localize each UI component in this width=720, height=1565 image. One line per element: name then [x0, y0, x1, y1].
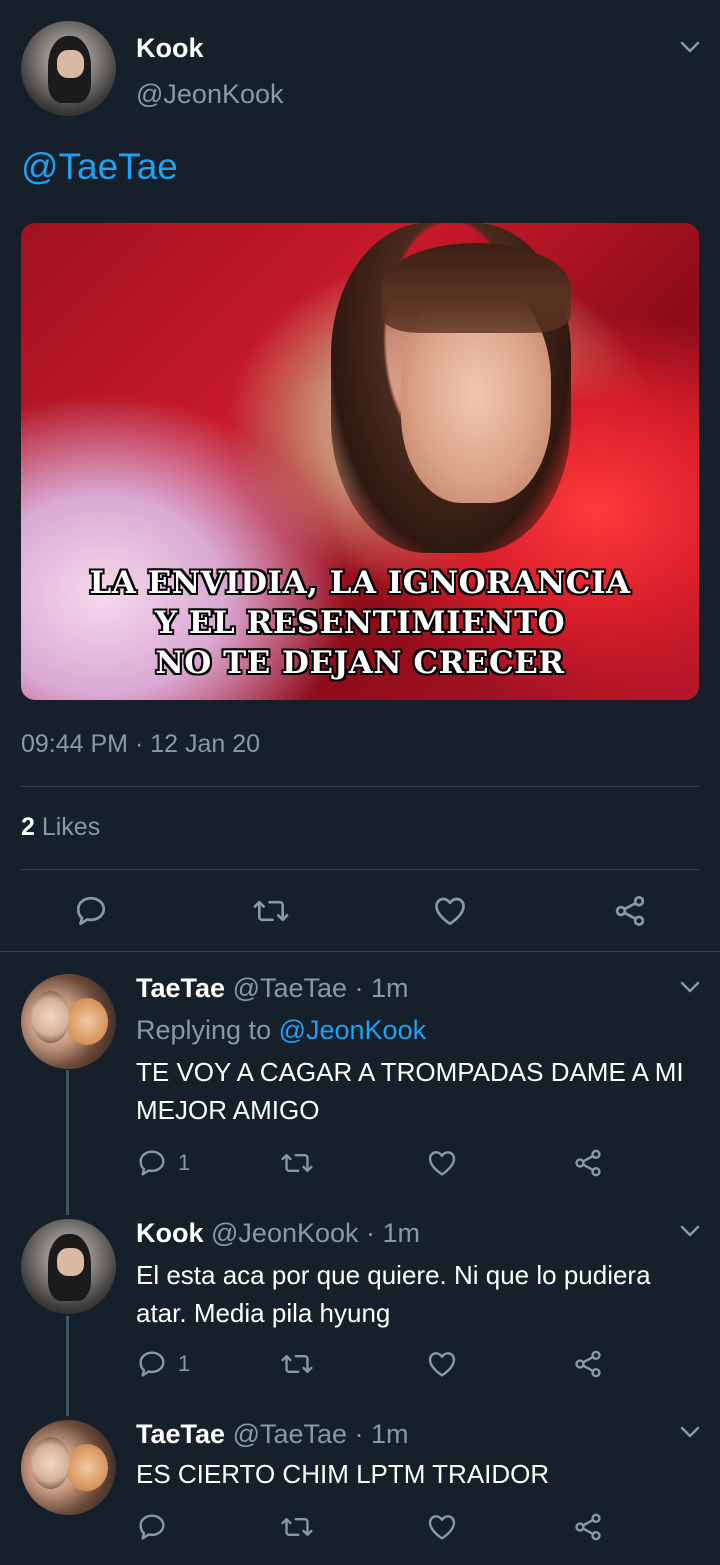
retweet-button[interactable] [280, 1147, 314, 1179]
reply-author[interactable]: TaeTae @TaeTae · 1m [136, 973, 409, 1004]
reply-handle-time: @JeonKook · 1m [211, 1218, 421, 1248]
reply-icon [139, 1351, 165, 1377]
retweet-icon [281, 1354, 313, 1374]
divider [21, 786, 699, 787]
share-icon [575, 1350, 601, 1378]
retweet-button[interactable] [280, 1348, 314, 1380]
reply-icon [76, 896, 106, 926]
likes-count: 2 [21, 813, 35, 841]
avatar[interactable] [21, 1219, 116, 1314]
like-icon [428, 1515, 456, 1540]
image-caption-line-2: Y EL RESENTIMIENTO [154, 605, 566, 641]
reply-handle-time: @TaeTae · 1m [232, 1419, 409, 1449]
image-bangs-shape [381, 243, 571, 333]
share-button[interactable] [612, 893, 648, 929]
like-button[interactable] [432, 893, 468, 929]
chevron-down-icon[interactable] [680, 1224, 700, 1238]
retweet-button[interactable] [252, 893, 290, 929]
avatar[interactable] [21, 1420, 116, 1515]
share-icon [575, 1149, 601, 1177]
avatar[interactable] [21, 974, 116, 1069]
reply-button[interactable]: 1 [136, 1147, 190, 1179]
retweet-icon [281, 1153, 313, 1173]
chevron-down-icon[interactable] [680, 40, 700, 54]
replying-to-link[interactable]: @JeonKook [279, 1015, 427, 1045]
retweet-icon [281, 1517, 313, 1537]
reply-icon [139, 1514, 165, 1540]
image-caption-line-1: LA ENVIDIA, LA IGNORANCIA [89, 565, 631, 601]
like-icon [435, 897, 465, 926]
tweet-thread-page: Kook @JeonKook @TaeTae LA ENVIDIA, LA IG… [0, 0, 720, 1565]
reply-text[interactable]: TE VOY A CAGAR A TROMPADAS DAME A MI MEJ… [136, 1053, 696, 1129]
author-name[interactable]: Kook [136, 33, 204, 64]
tweet-text[interactable]: @TaeTae [21, 146, 178, 188]
share-icon [575, 1513, 601, 1541]
reply-text[interactable]: El esta aca por que quiere. Ni que lo pu… [136, 1256, 696, 1332]
like-button[interactable] [426, 1348, 458, 1380]
reply-button[interactable]: 1 [136, 1348, 190, 1380]
reply-text[interactable]: ES CIERTO CHIM LPTM TRAIDOR [136, 1455, 696, 1493]
share-button[interactable] [572, 1511, 604, 1543]
reply-author-name: TaeTae [136, 973, 226, 1003]
thread-connector [66, 1316, 69, 1416]
like-button[interactable] [426, 1147, 458, 1179]
image-caption-line-3: NO TE DEJAN CRECER [155, 645, 565, 681]
retweet-button[interactable] [280, 1511, 314, 1543]
reply-author-name: TaeTae [136, 1419, 226, 1449]
replying-to: Replying to @JeonKook [136, 1015, 426, 1046]
replying-prefix: Replying to [136, 1015, 279, 1045]
share-button[interactable] [572, 1147, 604, 1179]
chevron-down-icon[interactable] [680, 980, 700, 994]
like-icon [428, 1352, 456, 1377]
reply-button[interactable] [136, 1511, 168, 1543]
like-button[interactable] [426, 1511, 458, 1543]
likes-summary[interactable]: 2 Likes [21, 813, 100, 842]
chevron-down-icon[interactable] [680, 1425, 700, 1439]
share-button[interactable] [572, 1348, 604, 1380]
reply-button[interactable] [73, 893, 109, 929]
tweet-image[interactable]: LA ENVIDIA, LA IGNORANCIA Y EL RESENTIMI… [21, 223, 699, 700]
reply-handle-time: @TaeTae · 1m [232, 973, 409, 1003]
divider [21, 869, 699, 870]
likes-label: Likes [34, 813, 101, 841]
share-icon [615, 896, 645, 926]
reply-author[interactable]: TaeTae @TaeTae · 1m [136, 1419, 409, 1450]
avatar[interactable] [21, 21, 116, 116]
reply-author[interactable]: Kook @JeonKook · 1m [136, 1218, 420, 1249]
reply-icon [139, 1150, 165, 1176]
reply-author-name: Kook [136, 1218, 204, 1248]
thread-connector [66, 1070, 69, 1215]
tweet-timestamp: 09:44 PM · 12 Jan 20 [21, 730, 261, 758]
author-handle[interactable]: @JeonKook [136, 79, 284, 110]
reply-count: 1 [178, 1150, 191, 1175]
like-icon [428, 1151, 456, 1176]
reply-count: 1 [178, 1351, 191, 1376]
divider [0, 951, 720, 952]
retweet-icon [253, 900, 289, 922]
